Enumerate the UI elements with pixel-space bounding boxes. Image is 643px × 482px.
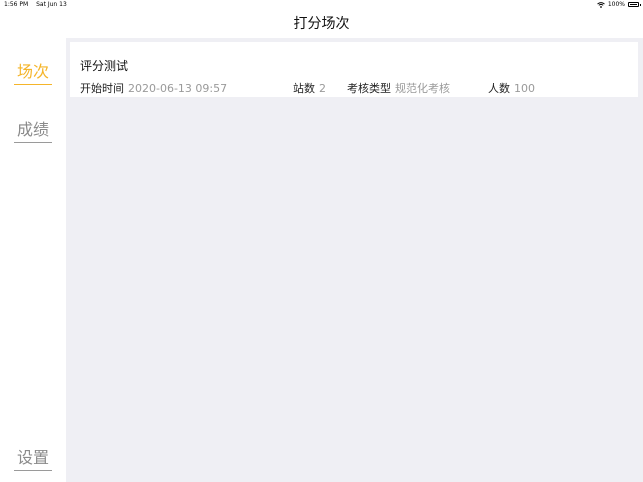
people-label: 人数 [488, 82, 510, 95]
exam-type-label: 考核类型 [347, 82, 391, 95]
status-right: 100% [597, 1, 641, 8]
exam-type-field: 考核类型 规范化考核 [347, 80, 450, 96]
wifi-icon [597, 1, 605, 8]
status-date: Sat Jun 13 [36, 1, 67, 8]
battery-percent: 100% [607, 1, 625, 8]
main-content: 评分测试 开始时间 2020-06-13 09:57 站数 2 考核类型 规范化考核 … [66, 38, 643, 482]
status-time: 1:56 PM [4, 1, 29, 8]
start-time-label: 开始时间 [80, 82, 124, 95]
status-left: 1:56 PM Sat Jun 13 [4, 1, 67, 8]
page-title: 打分场次 [293, 16, 350, 32]
nav-bar: 打分场次 [0, 10, 643, 38]
sidebar: 场次 成绩 设置 [0, 38, 66, 482]
status-bar: 1:56 PM Sat Jun 13 100% [0, 0, 643, 10]
people-value: 100 [514, 82, 535, 95]
start-time-field: 开始时间 2020-06-13 09:57 [80, 80, 227, 96]
stations-field: 站数 2 [293, 80, 326, 96]
people-field: 人数 100 [488, 80, 535, 96]
stations-value: 2 [319, 82, 326, 95]
battery-icon [628, 2, 641, 7]
sidebar-item-scores[interactable]: 成绩 [14, 116, 52, 143]
stations-label: 站数 [293, 82, 315, 95]
session-card[interactable]: 评分测试 开始时间 2020-06-13 09:57 站数 2 考核类型 规范化考核 … [70, 42, 638, 97]
exam-type-value: 规范化考核 [395, 82, 450, 95]
sidebar-item-settings[interactable]: 设置 [14, 444, 52, 471]
sidebar-item-sessions[interactable]: 场次 [14, 58, 52, 85]
start-time-value: 2020-06-13 09:57 [128, 82, 228, 95]
session-name: 评分测试 [80, 59, 129, 73]
